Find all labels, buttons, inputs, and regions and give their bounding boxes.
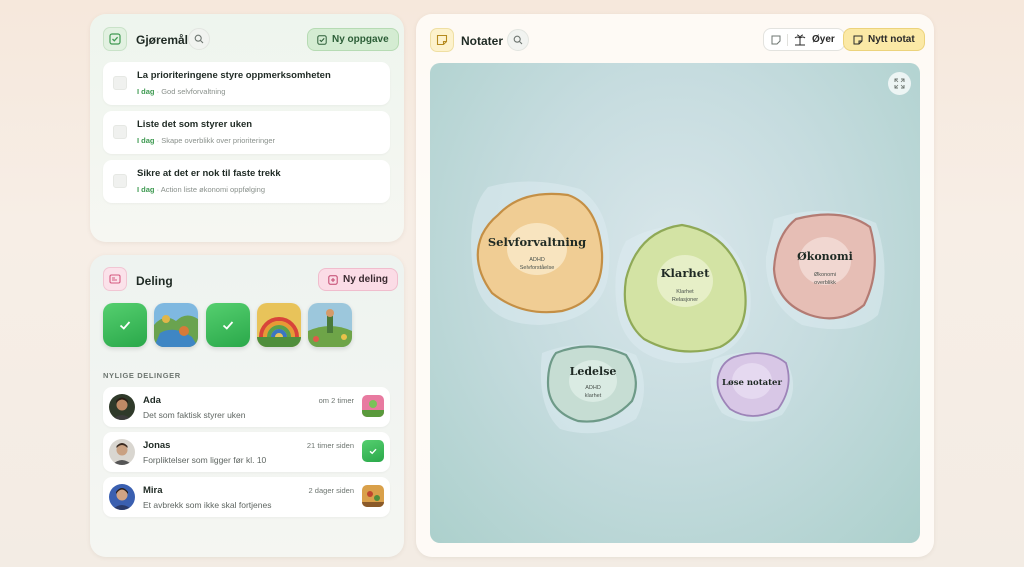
islands-label: Øyer (812, 34, 835, 45)
todo-panel: Gjøremål Ny oppgave La prioriteringene s… (90, 14, 404, 242)
new-task-button[interactable]: Ny oppgave (307, 28, 399, 51)
share-message: Det som faktisk styrer uken (143, 410, 246, 420)
note-icon (853, 35, 863, 44)
task-meta: I dag · God selvforvaltning (137, 87, 225, 96)
checkmark-icon (222, 321, 234, 330)
task-title: La prioriteringene styre oppmerksomheten (137, 70, 331, 81)
share-message: Forpliktelser som ligger før kl. 10 (143, 455, 267, 465)
avatar (109, 394, 135, 420)
task-title: Liste det som styrer uken (137, 119, 253, 130)
rainbow-painting-thumbnail[interactable] (257, 303, 301, 347)
task-context: Skape overblikk over prioriteringer (161, 136, 276, 145)
island-sublabel: ADHD (585, 385, 601, 391)
search-icon (513, 35, 523, 45)
share-time: 2 dager siden (308, 486, 354, 495)
notes-panel: Notater Øyer Nytt notat Selvforvaltning … (416, 14, 934, 557)
island-sublabel: klarhet (585, 393, 602, 399)
task-due: I dag (137, 136, 155, 145)
island-label: Ledelse (570, 365, 617, 378)
sharing-title: Deling (136, 274, 173, 288)
new-share-label: Ny deling (343, 274, 389, 285)
checkmark-tile[interactable] (206, 303, 250, 347)
avatar (109, 484, 135, 510)
todo-title: Gjøremål (136, 33, 189, 47)
islands-toggle-button[interactable]: Øyer (763, 28, 845, 51)
task-due: I dag (137, 87, 155, 96)
island-sublabel: ADHD (529, 257, 545, 263)
recent-shares-label: NYLIGE DELINGER (103, 371, 181, 380)
island-sublabel: Relasjoner (672, 297, 698, 303)
task-checkbox[interactable] (113, 174, 127, 188)
share-item[interactable]: Ada Det som faktisk styrer uken om 2 tim… (103, 387, 390, 427)
notes-map-canvas[interactable]: Selvforvaltning ADHD Selvforståelse Klar… (430, 63, 920, 543)
note-icon (430, 28, 454, 52)
share-sender-name: Mira (143, 485, 163, 496)
task-item[interactable]: La prioriteringene styre oppmerksomheten… (103, 62, 390, 105)
checkmark-icon (119, 321, 131, 330)
island-icon (794, 34, 806, 45)
share-preview-thumbnail[interactable] (362, 395, 384, 417)
task-title: Sikre at det er nok til faste trekk (137, 168, 281, 179)
task-due: I dag (137, 185, 155, 194)
share-sender-name: Ada (143, 395, 161, 406)
task-separator: · (156, 136, 160, 145)
avatar (109, 439, 135, 465)
note-icon (771, 35, 781, 44)
notes-search-button[interactable] (507, 29, 529, 51)
new-share-button[interactable]: Ny deling (318, 268, 399, 291)
task-context: Action liste økonomi oppfølging (160, 185, 265, 194)
task-item[interactable]: Liste det som styrer uken I dag · Skape … (103, 111, 390, 154)
island-label: Klarhet (661, 266, 711, 280)
share-sender-name: Jonas (143, 440, 171, 451)
todo-search-button[interactable] (188, 28, 210, 50)
sharing-panel: Deling Ny deling NYLIGE DELINGER Ada Det… (90, 255, 404, 557)
share-preview-thumbnail[interactable] (362, 440, 384, 462)
task-meta: I dag · Action liste økonomi oppfølging (137, 185, 265, 194)
new-note-button[interactable]: Nytt notat (843, 28, 925, 51)
task-checkbox[interactable] (113, 76, 127, 90)
search-icon (194, 34, 204, 44)
notes-title: Notater (461, 34, 504, 48)
island-sublabel: Økonomi (814, 272, 836, 278)
landscape-painting-thumbnail[interactable] (154, 303, 198, 347)
island-sublabel: overblikk (814, 280, 836, 286)
task-item[interactable]: Sikre at det er nok til faste trekk I da… (103, 160, 390, 203)
share-item[interactable]: Mira Et avbrekk som ikke skal fortjenes … (103, 477, 390, 517)
figure-painting-thumbnail[interactable] (308, 303, 352, 347)
share-time: 21 timer siden (306, 441, 354, 450)
checkmark-tile[interactable] (103, 303, 147, 347)
share-message: Et avbrekk som ikke skal fortjenes (143, 500, 272, 510)
new-task-label: Ny oppgave (332, 34, 389, 45)
task-meta: I dag · Skape overblikk over prioriterin… (137, 136, 275, 145)
island-label: Økonomi (797, 250, 853, 263)
share-preview-thumbnail[interactable] (362, 485, 384, 507)
new-note-label: Nytt notat (868, 34, 915, 45)
share-item[interactable]: Jonas Forpliktelser som ligger før kl. 1… (103, 432, 390, 472)
island-sublabel: Klarhet (676, 289, 694, 295)
checkmark-icon (369, 448, 377, 455)
task-separator: · (156, 87, 160, 96)
island-label: Selvforvaltning (488, 235, 586, 249)
island-sublabel: Selvforståelse (520, 264, 555, 271)
task-checkbox[interactable] (113, 125, 127, 139)
task-context: God selvforvaltning (161, 87, 226, 96)
share-plus-icon (328, 274, 338, 285)
checkbox-icon (317, 34, 327, 45)
island-label: Løse notater (722, 378, 782, 388)
share-time: om 2 timer (318, 396, 354, 405)
gallery-icon (103, 267, 127, 291)
task-separator: · (156, 185, 160, 194)
checkbox-icon (103, 27, 127, 51)
